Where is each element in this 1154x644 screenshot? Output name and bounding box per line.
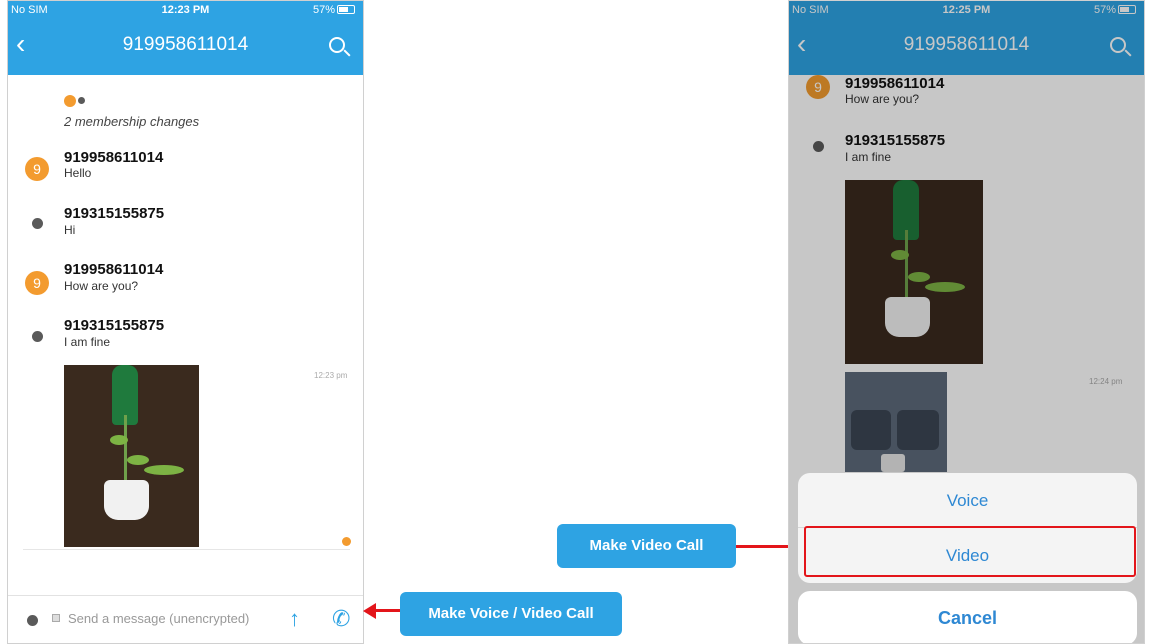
divider bbox=[23, 549, 350, 550]
battery-percent: 57% bbox=[312, 4, 335, 16]
shared-photo[interactable] bbox=[64, 365, 199, 547]
message-sender: 919958611014 bbox=[64, 149, 164, 166]
photo-leaf bbox=[127, 455, 149, 465]
user-avatar-icon bbox=[27, 615, 38, 626]
avatar bbox=[32, 331, 43, 342]
avatar: 9 bbox=[25, 271, 49, 295]
composer-bar: Send a message (unencrypted) ↑ ✆ bbox=[8, 595, 363, 643]
battery-icon bbox=[337, 5, 355, 14]
avatar: 9 bbox=[25, 157, 49, 181]
avatar bbox=[32, 218, 43, 229]
clock: 12:23 PM bbox=[161, 4, 210, 16]
message-sender: 919315155875 bbox=[64, 317, 165, 334]
message-text: Hello bbox=[64, 166, 92, 180]
callout-video: Make Video Call bbox=[557, 524, 736, 568]
message-text: Hi bbox=[64, 223, 76, 237]
chat-screen-right: No SIM 12:25 PM 57% ‹ 919958611014 9 919… bbox=[788, 0, 1145, 644]
message-sender: 919958611014 bbox=[64, 261, 164, 278]
photo-leaf bbox=[110, 435, 128, 445]
image-timestamp: 12:23 pm bbox=[314, 371, 348, 380]
membership-avatar-icon bbox=[78, 97, 85, 104]
call-icon[interactable]: ✆ bbox=[332, 606, 350, 632]
cancel-button[interactable]: Cancel bbox=[798, 591, 1137, 643]
chat-screen-left: No SIM 12:23 PM 57% ‹ 919958611014 2 mem… bbox=[7, 0, 364, 644]
battery-indicator: 57% bbox=[313, 4, 355, 16]
arrow-line bbox=[374, 609, 400, 612]
voice-call-option[interactable]: Voice bbox=[798, 473, 1137, 528]
send-icon[interactable]: ↑ bbox=[289, 606, 300, 632]
message-sender: 919315155875 bbox=[64, 205, 165, 222]
unlocked-icon bbox=[52, 614, 60, 622]
callout-voice-video: Make Voice / Video Call bbox=[400, 592, 622, 636]
photo-leaf bbox=[144, 465, 184, 475]
page-title: 919958611014 bbox=[122, 34, 249, 55]
arrow-line bbox=[736, 545, 792, 548]
message-text: I am fine bbox=[64, 335, 111, 349]
membership-note: 2 membership changes bbox=[64, 114, 200, 129]
photo-stem bbox=[124, 415, 127, 485]
search-icon[interactable] bbox=[329, 37, 345, 53]
membership-avatar-icon bbox=[64, 95, 76, 107]
message-text: How are you? bbox=[64, 279, 139, 293]
nav-bar: ‹ 919958611014 bbox=[8, 19, 363, 75]
video-option-highlight bbox=[804, 526, 1136, 577]
read-receipt-icon bbox=[342, 537, 351, 546]
status-bar: No SIM 12:23 PM 57% bbox=[8, 1, 363, 19]
message-input[interactable]: Send a message (unencrypted) bbox=[68, 611, 249, 626]
photo-pot bbox=[104, 480, 149, 520]
